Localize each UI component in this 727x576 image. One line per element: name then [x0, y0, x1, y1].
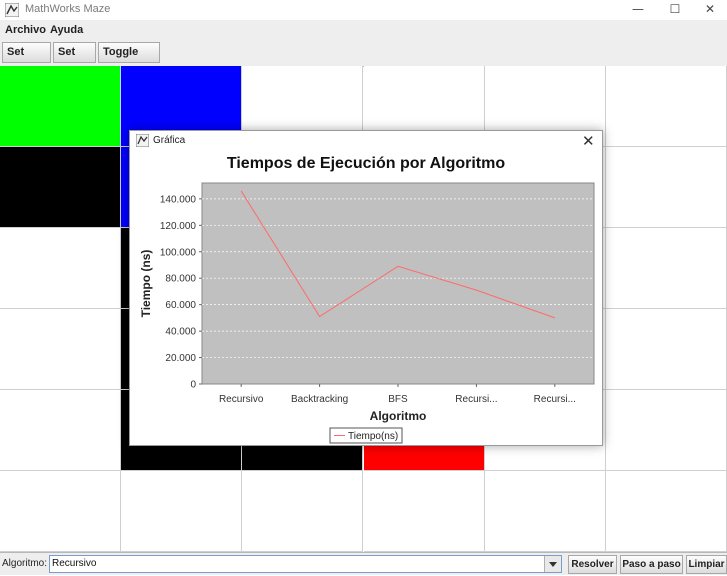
- maze-cell-empty[interactable]: [605, 471, 727, 552]
- maze-cell-empty[interactable]: [121, 471, 243, 552]
- bottom-bar: Algoritmo: Recursivo Resolver Paso a pas…: [0, 552, 727, 575]
- maze-cell-empty[interactable]: [0, 309, 122, 390]
- x-tick-label: BFS: [388, 394, 408, 405]
- maximize-icon[interactable]: ☐: [655, 0, 695, 20]
- maze-cell-empty[interactable]: [242, 471, 364, 552]
- maze-cell-empty[interactable]: [0, 471, 122, 552]
- menu-archivo[interactable]: Archivo: [5, 24, 46, 36]
- menu-ayuda[interactable]: Ayuda: [50, 24, 83, 36]
- legend-label: Tiempo(ns): [348, 431, 398, 442]
- app-icon: [5, 3, 19, 17]
- algorithm-select[interactable]: Recursivo: [49, 555, 562, 573]
- y-tick-label: 120.000: [160, 221, 197, 232]
- maze-cell-empty[interactable]: [605, 147, 727, 228]
- line-chart: 0 20.000 40.000 60.000 80.000 100.000 120.000 1…: [139, 182, 595, 444]
- close-icon[interactable]: ✕: [690, 0, 727, 20]
- maze-cell-empty[interactable]: [605, 390, 727, 471]
- x-tick-label: Recursi...: [455, 394, 497, 405]
- y-tick-label: 80.000: [165, 274, 196, 285]
- paso-a-paso-button[interactable]: Paso a paso: [620, 555, 683, 574]
- maze-cell-empty[interactable]: [605, 309, 727, 390]
- y-tick-label: 40.000: [165, 327, 196, 338]
- x-tick-label: Backtracking: [291, 394, 348, 405]
- y-tick-label: 60.000: [165, 300, 196, 311]
- maze-cell-empty[interactable]: [605, 66, 727, 147]
- chevron-down-icon[interactable]: [544, 556, 561, 572]
- maze-cell-empty[interactable]: [0, 390, 122, 471]
- algorithm-label: Algoritmo:: [2, 558, 48, 569]
- toolbar: Set Start Set End Toggle Wall: [0, 40, 727, 77]
- y-axis-label: Tiempo (ns): [139, 250, 153, 318]
- maze-cell-empty[interactable]: [0, 228, 122, 309]
- plot-area: [201, 182, 595, 385]
- maze-cell-wall[interactable]: [0, 147, 122, 228]
- chart-dialog: Gráfica ✕ Tiempos de Ejecución por Algor…: [129, 130, 603, 446]
- maze-cell-empty[interactable]: [605, 228, 727, 309]
- x-axis-label: Algoritmo: [370, 409, 427, 423]
- minimize-icon[interactable]: —: [618, 0, 658, 20]
- y-tick-label: 0: [190, 380, 196, 391]
- algorithm-select-value: Recursivo: [52, 558, 97, 569]
- x-tick-label: Recursivo: [219, 394, 264, 405]
- window-title-bar: MathWorks Maze — ☐ ✕: [0, 0, 727, 20]
- maze-cell-empty[interactable]: [484, 471, 606, 552]
- y-tick-label: 140.000: [160, 194, 197, 205]
- limpiar-button[interactable]: Limpiar: [686, 555, 727, 574]
- menu-bar: Archivo Ayuda: [0, 20, 727, 40]
- maze-cell-empty[interactable]: [363, 471, 485, 552]
- y-tick-label: 20.000: [165, 353, 196, 364]
- x-tick-label: Recursi...: [534, 394, 576, 405]
- y-tick-label: 100.000: [160, 247, 197, 258]
- maze-cell-start[interactable]: [0, 66, 122, 147]
- window-title: MathWorks Maze: [25, 3, 111, 15]
- toggle-wall-button[interactable]: Toggle Wall: [98, 42, 160, 77]
- set-start-button[interactable]: Set Start: [2, 42, 51, 77]
- set-end-button[interactable]: Set End: [53, 42, 96, 77]
- resolver-button[interactable]: Resolver: [568, 555, 617, 574]
